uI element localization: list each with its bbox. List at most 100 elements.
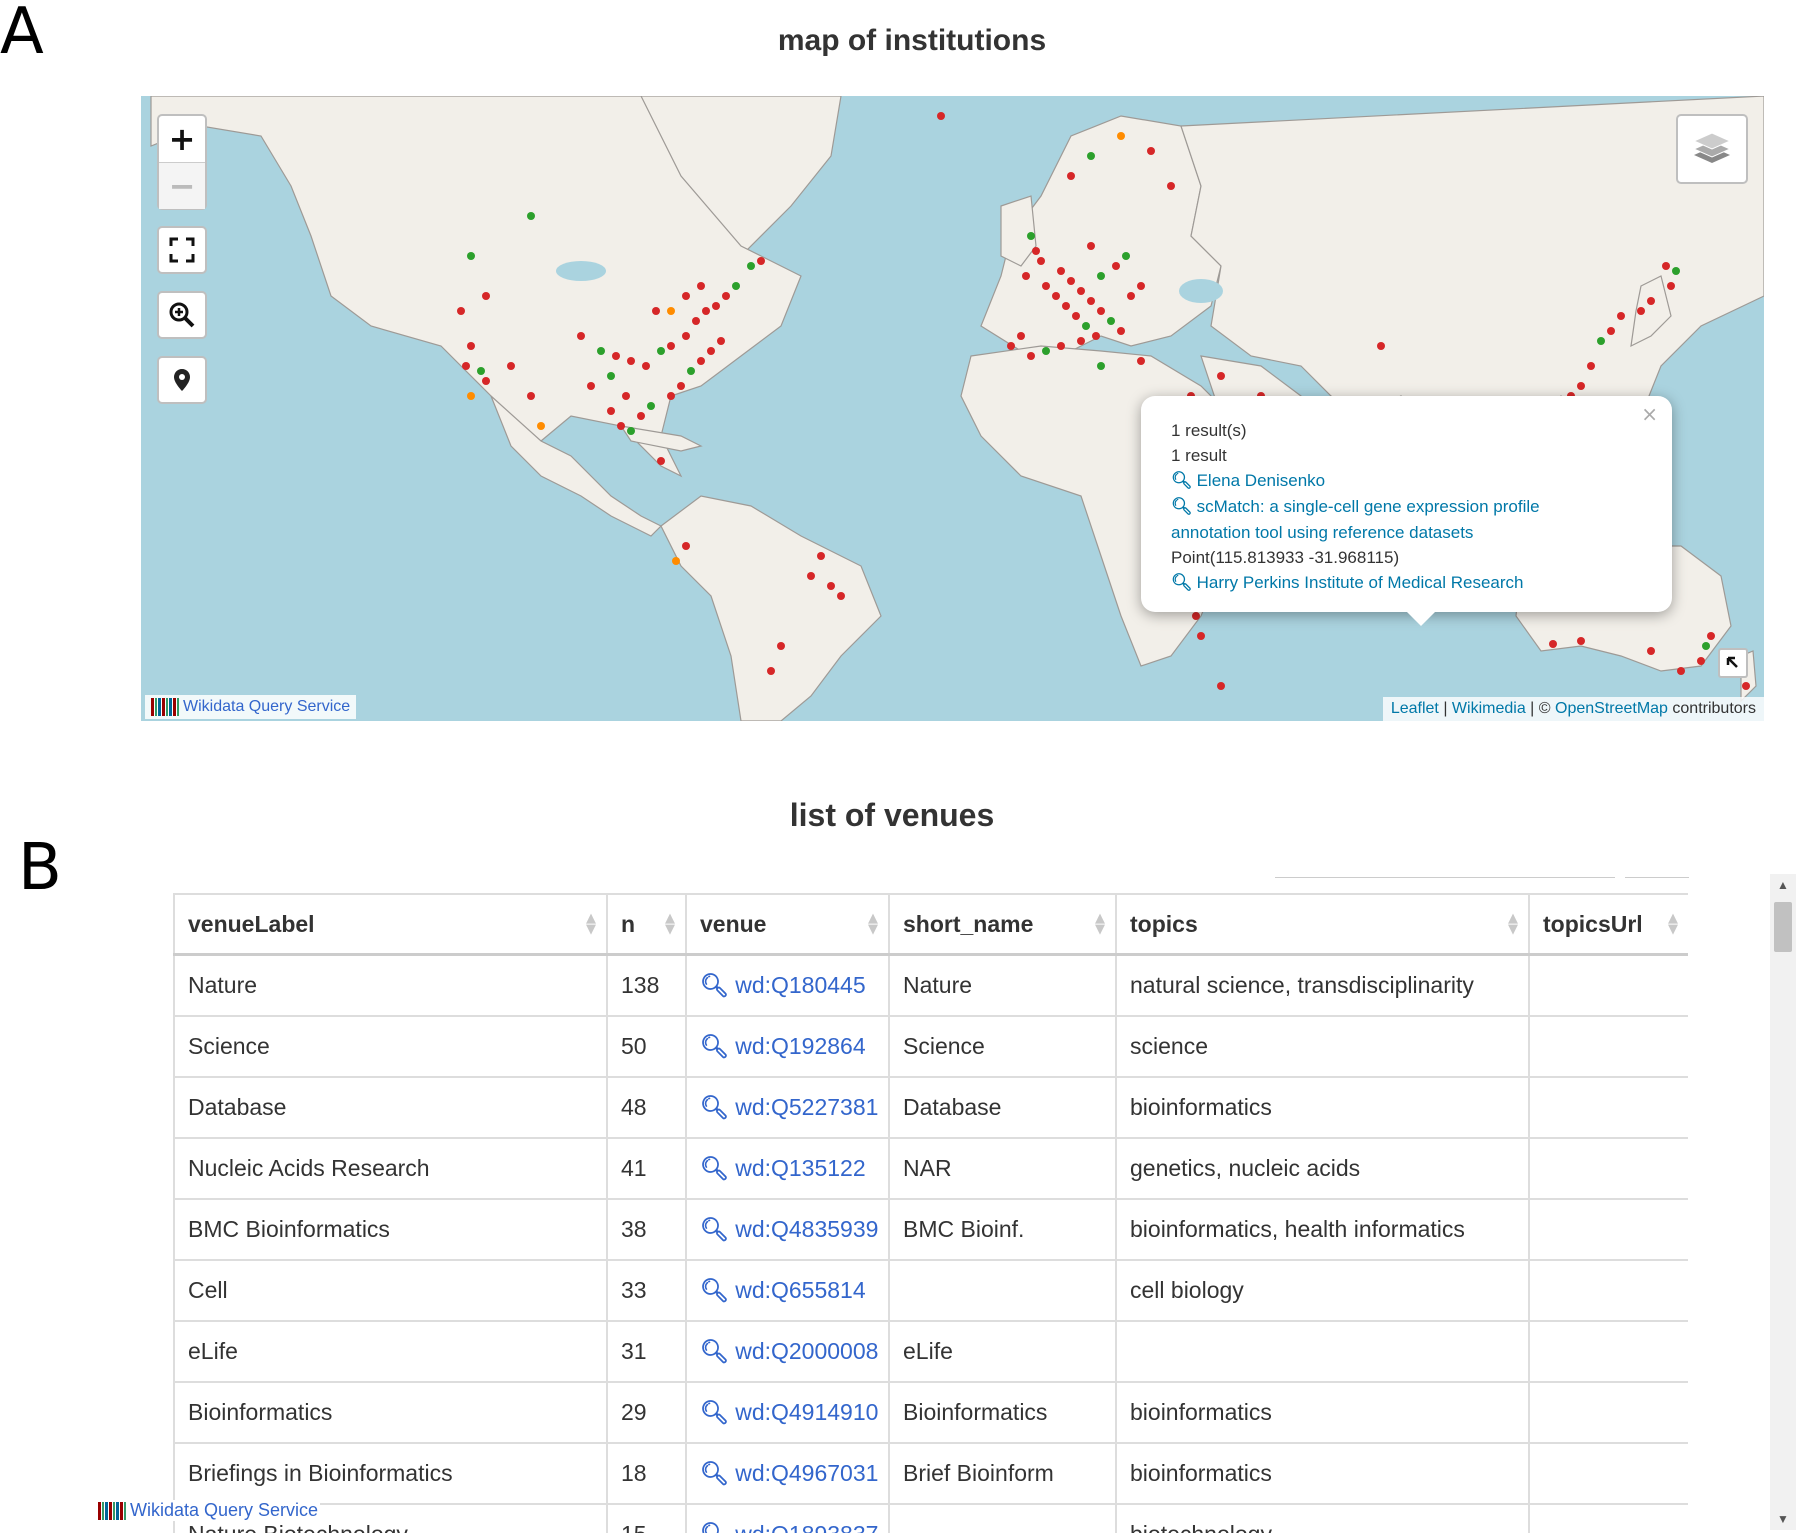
institution-marker[interactable] [682,292,690,300]
institution-marker[interactable] [672,557,680,565]
venue-link[interactable]: wd:Q135122 [735,1155,865,1181]
institution-marker[interactable] [1027,232,1035,240]
institution-marker[interactable] [457,307,465,315]
column-header[interactable]: topics ▲ ▼ [1115,893,1530,956]
institution-marker[interactable] [692,317,700,325]
institution-marker[interactable] [1702,642,1710,650]
institution-marker[interactable] [777,642,785,650]
institution-marker[interactable] [1662,262,1670,270]
institution-marker[interactable] [1197,632,1205,640]
institution-marker[interactable] [647,402,655,410]
institution-marker[interactable] [507,362,515,370]
scrollbar-thumb[interactable] [1774,902,1792,952]
institution-marker[interactable] [1127,292,1135,300]
wdqs-badge-table[interactable]: Wikidata Query Service [96,1500,321,1521]
institution-marker[interactable] [607,407,615,415]
column-header[interactable]: short_name ▲ ▼ [888,893,1117,956]
institution-marker[interactable] [702,307,710,315]
institution-marker[interactable] [1217,682,1225,690]
institution-marker[interactable] [1122,252,1130,260]
institution-marker[interactable] [642,362,650,370]
table-search-field[interactable] [1275,872,1615,878]
table-filter-button[interactable] [1625,872,1689,878]
institution-marker[interactable] [1097,362,1105,370]
institution-marker[interactable] [1042,282,1050,290]
cell-venue[interactable]: 🔍︎ wd:Q2000008 [685,1320,890,1383]
osm-link[interactable]: OpenStreetMap [1555,700,1668,717]
institution-marker[interactable] [827,582,835,590]
institution-marker[interactable] [637,412,645,420]
institution-marker[interactable] [677,382,685,390]
institution-marker[interactable] [1042,347,1050,355]
institution-marker[interactable] [477,367,485,375]
venue-link[interactable]: wd:Q180445 [735,972,865,998]
scroll-down-arrow-icon[interactable]: ▼ [1770,1508,1796,1530]
popup-institution-link[interactable]: 🔍︎ Harry Perkins Institute of Medical Res… [1171,570,1642,596]
institution-marker[interactable] [1667,282,1675,290]
institution-marker[interactable] [667,307,675,315]
institution-marker[interactable] [732,282,740,290]
institution-marker[interactable] [1077,337,1085,345]
popup-work-link[interactable]: 🔍︎ scMatch: a single-cell gene expression… [1171,494,1642,520]
wikimedia-link[interactable]: Wikimedia [1452,700,1526,717]
institution-marker[interactable] [807,572,815,580]
cell-venue[interactable]: 🔍︎ wd:Q4835939 [685,1198,890,1261]
institution-marker[interactable] [1707,632,1715,640]
institution-marker[interactable] [1087,242,1095,250]
institution-marker[interactable] [1577,637,1585,645]
institution-marker[interactable] [1017,332,1025,340]
institution-marker[interactable] [587,382,595,390]
cell-venue[interactable]: 🔍︎ wd:Q655814 [685,1259,890,1322]
cell-venue[interactable]: 🔍︎ wd:Q1893837 [685,1503,890,1533]
institution-marker[interactable] [657,457,665,465]
institution-marker[interactable] [1147,147,1155,155]
cell-venue[interactable]: 🔍︎ wd:Q135122 [685,1137,890,1200]
column-header[interactable]: topicsUrl ▲ ▼ [1528,893,1688,956]
popup-author-link[interactable]: 🔍︎ Elena Denisenko [1171,468,1642,494]
institution-marker[interactable] [1597,337,1605,345]
institution-marker[interactable] [687,367,695,375]
institution-marker[interactable] [1107,317,1115,325]
institution-marker[interactable] [1067,172,1075,180]
institution-marker[interactable] [1697,657,1705,665]
institution-marker[interactable] [1007,342,1015,350]
institution-marker[interactable] [1112,262,1120,270]
institution-marker[interactable] [747,262,755,270]
scroll-up-arrow-icon[interactable]: ▲ [1770,874,1796,896]
institution-marker[interactable] [617,422,625,430]
institution-marker[interactable] [1117,327,1125,335]
venue-link[interactable]: wd:Q2000008 [735,1338,878,1364]
institution-marker[interactable] [1377,342,1385,350]
institution-marker[interactable] [1052,292,1060,300]
institution-marker[interactable] [1067,277,1075,285]
institution-marker[interactable] [1037,257,1045,265]
locate-button[interactable] [157,356,207,404]
venue-link[interactable]: wd:Q4914910 [735,1399,878,1425]
zoom-out-button[interactable]: − [159,162,205,209]
institution-marker[interactable] [627,427,635,435]
institution-marker[interactable] [1577,382,1585,390]
institution-marker[interactable] [1062,302,1070,310]
institution-marker[interactable] [817,552,825,560]
institution-marker[interactable] [767,667,775,675]
institution-marker[interactable] [657,347,665,355]
cell-venue[interactable]: 🔍︎ wd:Q5227381 [685,1076,890,1139]
institution-marker[interactable] [537,422,545,430]
institution-marker[interactable] [1192,612,1200,620]
institution-marker[interactable] [652,307,660,315]
institution-marker[interactable] [1022,272,1030,280]
institution-marker[interactable] [627,357,635,365]
institution-marker[interactable] [697,282,705,290]
institution-marker[interactable] [1087,152,1095,160]
institution-marker[interactable] [722,292,730,300]
institution-marker[interactable] [667,392,675,400]
institution-marker[interactable] [622,392,630,400]
institution-marker[interactable] [1072,312,1080,320]
institution-marker[interactable] [1137,357,1145,365]
institution-marker[interactable] [1617,312,1625,320]
wdqs-badge-map[interactable]: Wikidata Query Service [145,695,357,719]
cell-venue[interactable]: 🔍︎ wd:Q4914910 [685,1381,890,1444]
institution-marker[interactable] [1647,647,1655,655]
institution-marker[interactable] [1587,362,1595,370]
institution-marker[interactable] [682,542,690,550]
